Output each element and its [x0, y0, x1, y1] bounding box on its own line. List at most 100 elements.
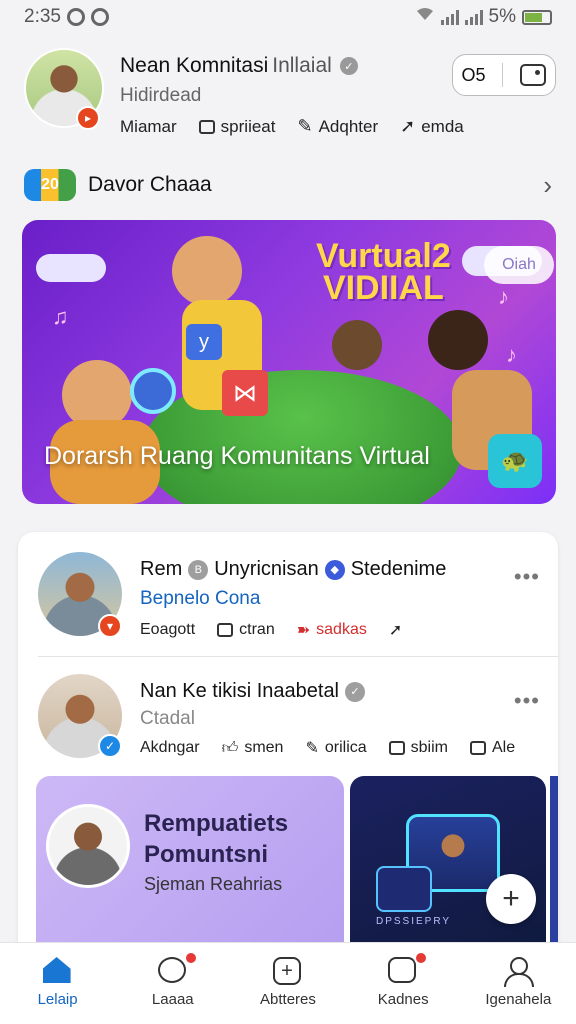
nav-chat[interactable]: Laaaa — [118, 951, 228, 1008]
heart-icon: ➽ — [296, 622, 311, 639]
profile-header: ▸ Nean Komnitasi Inllaial ✓ Hidirdead Mi… — [0, 40, 576, 150]
shield-icon: ◆ — [324, 559, 345, 580]
pill-divider — [502, 63, 504, 87]
nav-profile[interactable]: Igenahela — [463, 957, 573, 1008]
post-action-share[interactable]: ➚ — [389, 620, 402, 640]
post-action-like[interactable]: Eoagott — [140, 620, 195, 640]
post-author-row: Rem B Unyricnisan ◆ Stedenime — [140, 558, 446, 581]
profile-action-4[interactable]: ➚ emda — [400, 116, 464, 137]
post-action-edit-label: orilica — [324, 739, 367, 756]
section-title: Davor Chaaa — [88, 173, 212, 196]
profile-action-1[interactable]: Miamar — [120, 116, 177, 137]
status-time: 2:35 — [24, 6, 61, 27]
post-actions: Akdngar 👍︎ smen ✎ orilica sbiim Ale — [140, 738, 515, 758]
top-action-pill[interactable]: O5 — [452, 54, 556, 96]
feed-post[interactable]: ▾ Rem B Unyricnisan ◆ Stedenime Bepnelo … — [18, 532, 558, 656]
comment-icon — [198, 119, 215, 134]
profile-actions: Miamar spriieat ✎ Adqhter ➚ emda — [120, 116, 464, 137]
checkbox-icon — [470, 741, 486, 755]
edit-icon: ✎ — [297, 116, 313, 136]
profile-name: Nean Komnitasi — [120, 54, 269, 77]
post-meta[interactable]: Bepnelo Cona — [140, 588, 260, 610]
post-action-more-label: Ale — [492, 739, 516, 756]
share-box-icon — [388, 741, 405, 755]
post-actions: Eoagott ctran ➽ sadkas ➚ — [140, 620, 402, 640]
post-action-share-label: sbiim — [410, 739, 448, 756]
nav-create[interactable]: + Abtteres — [233, 957, 343, 1008]
post-action-save[interactable]: ➽ sadkas — [297, 620, 367, 640]
home-icon — [42, 957, 73, 985]
post-meta[interactable]: Ctadal — [140, 708, 195, 730]
more-options-icon[interactable]: ••• — [514, 564, 540, 590]
wifi-icon — [415, 6, 435, 28]
tile-title: Rempuatiets Pomuntsni — [144, 808, 288, 870]
nav-notifications-label: Kadnes — [377, 991, 429, 1008]
character-illustration-3 — [332, 320, 382, 370]
avatar-status-badge: ✓ — [98, 734, 122, 758]
profile-subtitle: Hidirdead — [120, 85, 202, 106]
signal-2-icon — [464, 9, 483, 25]
comment-icon — [217, 623, 234, 637]
post-action-edit[interactable]: ✎ orilica — [305, 738, 366, 758]
nav-create-label: Abtteres — [260, 991, 316, 1008]
music-note-icon: ♫ — [52, 304, 69, 329]
media-frame-illustration-2 — [376, 866, 432, 912]
banner-tag-line-1: Vurtual2 — [316, 237, 451, 275]
feed-post[interactable]: ✓ Nan Ke tikisi Inaabetal ✓ Ctadal Akdng… — [18, 656, 558, 776]
tile-avatar — [46, 804, 130, 888]
next-tile-edge[interactable] — [550, 776, 558, 962]
media-caption: DPSSIEPRY — [376, 916, 452, 927]
nav-home[interactable]: Lelaip — [3, 957, 113, 1008]
app-tile-icon: y — [186, 324, 222, 360]
notification-dot — [183, 951, 198, 965]
music-note-icon-2: ♪ — [498, 284, 509, 309]
add-button[interactable]: + — [486, 874, 536, 924]
profile-action-3[interactable]: ✎ Adqhter — [297, 116, 378, 137]
media-tile[interactable]: DPSSIEPRY — [350, 776, 546, 962]
post-action-like[interactable]: Akdngar — [140, 738, 200, 758]
tile-title-line-2: Pomuntsni — [144, 841, 268, 868]
verified-icon: ✓ — [345, 681, 366, 702]
banner-badge: Oiah — [484, 246, 554, 284]
media-icon: ⋈ — [222, 370, 268, 416]
featured-banner[interactable]: ⋈ y ♫ ♪ ♪ Vurtual2 VIDIIAL Oiah Dorarsh … — [22, 220, 556, 504]
post-author-name-3: Stedenime — [350, 558, 447, 580]
nav-chat-label: Laaaa — [151, 991, 194, 1008]
post-action-more[interactable]: Ale — [470, 738, 515, 758]
character-illustration — [172, 236, 242, 306]
post-action-thumb-label: smen — [244, 739, 284, 756]
section-logo: 20 — [24, 169, 76, 201]
message-icon[interactable] — [520, 64, 547, 86]
avatar-status-badge: ▾ — [98, 614, 122, 638]
profile-action-3-label: Adqhter — [318, 116, 379, 136]
post-action-share[interactable]: sbiim — [388, 738, 448, 758]
more-options-icon[interactable]: ••• — [514, 688, 540, 714]
post-action-thumb[interactable]: 👍︎ smen — [222, 738, 284, 758]
community-tile[interactable]: Rempuatiets Pomuntsni Sjeman Reahrias — [36, 776, 344, 962]
chevron-right-icon[interactable]: › — [543, 170, 552, 201]
banner-badge-label: Oiah — [502, 256, 536, 273]
banner-tag-line-2: VIDIIAL — [322, 269, 444, 307]
bottom-nav: Lelaip Laaaa + Abtteres Kadnes Igenahela — [0, 942, 576, 1024]
profile-name-row: Nean Komnitasi Inllaial ✓ — [120, 54, 358, 78]
pill-count[interactable]: O5 — [461, 65, 485, 86]
nav-notifications[interactable]: Kadnes — [348, 951, 458, 1008]
banner-action-button[interactable]: 🐢 — [488, 434, 542, 488]
share-icon: ➚ — [388, 622, 403, 639]
chat-icon — [157, 957, 188, 985]
share-icon: ➚ — [400, 116, 416, 136]
post-action-comment[interactable]: ctran — [217, 620, 275, 640]
profile-action-1-label: Miamar — [120, 116, 177, 136]
banner-tag: Vurtual2 VIDIIAL — [316, 237, 451, 307]
post-author-name[interactable]: Nan Ke tikisi Inaabetal — [140, 680, 339, 703]
profile-action-2[interactable]: spriieat — [198, 116, 275, 137]
verified-icon: ✓ — [339, 57, 358, 75]
post-author-name[interactable]: Rem — [140, 558, 182, 581]
avatar-status-badge: ▸ — [76, 106, 100, 130]
post-author-name-2: Unyricnisan — [214, 558, 319, 580]
profile-action-4-label: emda — [421, 116, 464, 136]
section-header[interactable]: 20 Davor Chaaa › — [24, 166, 552, 204]
nav-profile-label: Igenahela — [485, 991, 552, 1008]
battery-icon — [522, 9, 552, 25]
notification-dot — [414, 951, 429, 965]
